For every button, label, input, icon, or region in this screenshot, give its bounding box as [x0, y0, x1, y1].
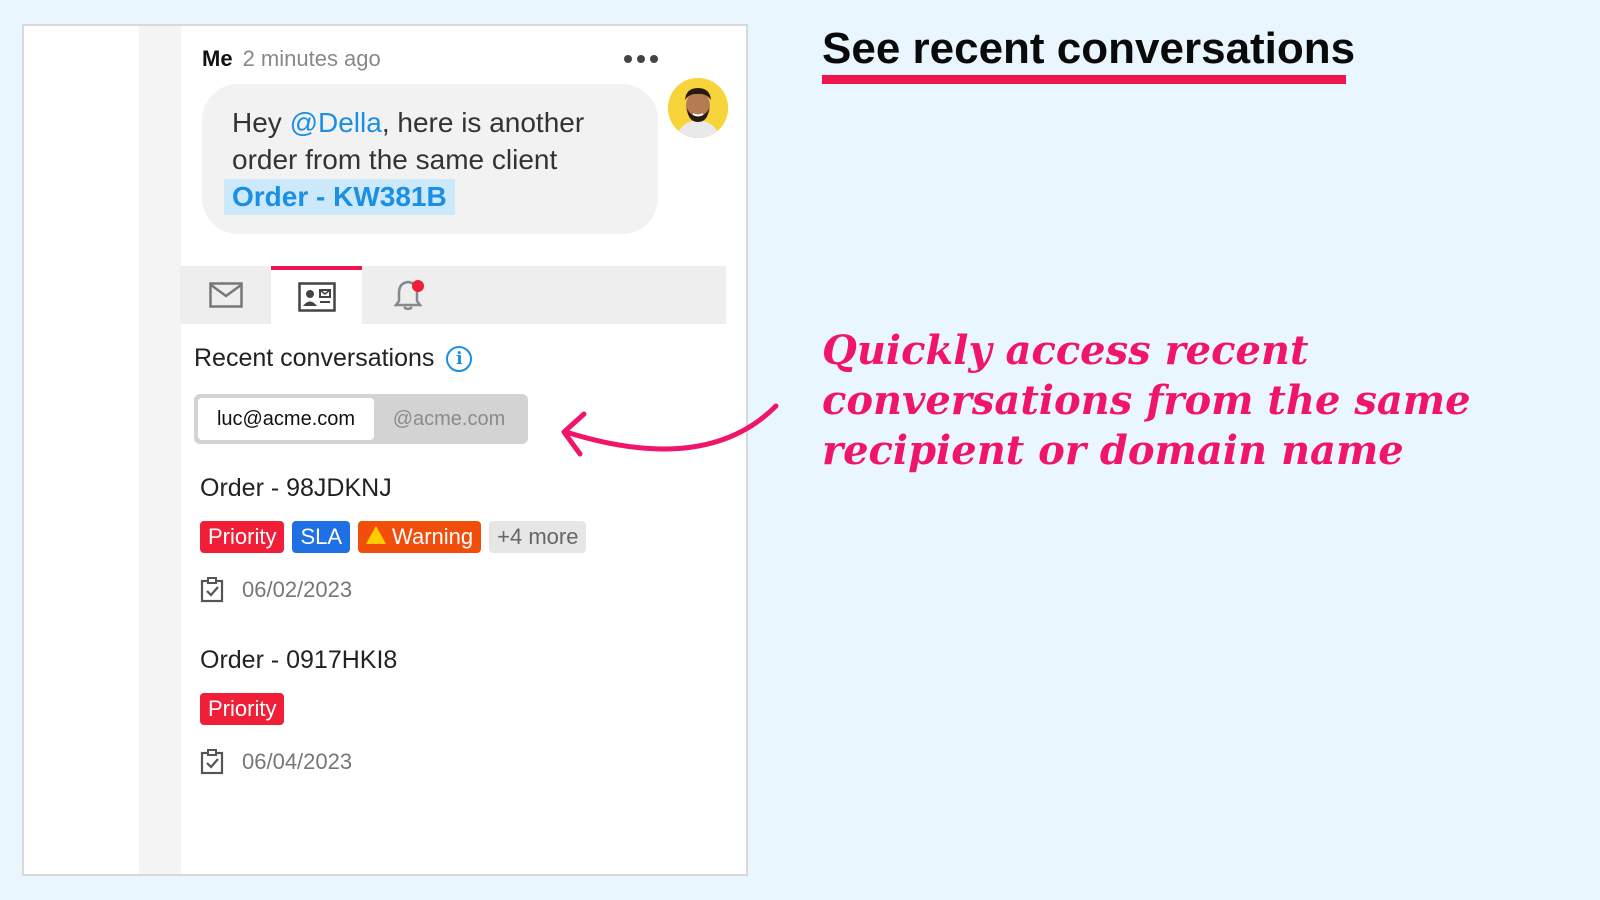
recipient-domain-filter: luc@acme.com @acme.com — [194, 394, 528, 444]
priority-tag[interactable]: Priority — [200, 693, 285, 725]
message-bubble: Hey @Della, here is another order from t… — [202, 84, 658, 234]
recent-conversations-header: Recent conversations i — [194, 344, 473, 373]
message-time: 2 minutes ago — [242, 46, 381, 71]
conversation-date: 06/02/2023 — [200, 577, 586, 603]
mail-icon — [208, 282, 243, 308]
sla-tag[interactable]: SLA — [292, 521, 351, 553]
callout-text: Quickly access recent conversations from… — [822, 327, 1471, 474]
priority-tag[interactable]: Priority — [200, 521, 285, 553]
headline-underline — [822, 75, 1346, 84]
message-header: Me 2 minutes ago — [202, 46, 381, 74]
list-item[interactable]: Order - 98JDKNJ Priority SLA Warning +4 … — [200, 474, 587, 603]
conversation-title[interactable]: Order - 98JDKNJ — [200, 474, 586, 503]
order-link[interactable]: Order - KW381B — [224, 179, 455, 215]
calendar-check-icon — [200, 749, 224, 775]
conversation-title[interactable]: Order - 0917HKI8 — [200, 646, 397, 675]
filter-domain[interactable]: @acme.com — [374, 398, 524, 440]
contact-card-icon — [297, 282, 336, 312]
avatar — [668, 78, 728, 138]
tag-list: Priority — [200, 693, 397, 725]
message-author: Me — [202, 46, 233, 71]
page-title: See recent conversations — [822, 24, 1356, 73]
tag-list: Priority SLA Warning +4 more — [200, 521, 587, 553]
tab-mail[interactable] — [180, 266, 271, 324]
filter-recipient[interactable]: luc@acme.com — [198, 398, 374, 440]
panel-gutter — [139, 26, 181, 874]
arrow-icon — [561, 403, 779, 457]
calendar-check-icon — [200, 577, 224, 603]
notification-dot — [412, 280, 424, 292]
warning-tag[interactable]: Warning — [358, 521, 482, 553]
info-icon[interactable]: i — [446, 345, 473, 372]
more-options-icon[interactable] — [624, 54, 658, 64]
list-item[interactable]: Order - 0917HKI8 Priority 06/04/2023 — [200, 646, 397, 775]
warning-icon — [366, 526, 387, 544]
recent-conversations-title: Recent conversations — [194, 344, 435, 372]
tab-notifications[interactable] — [362, 266, 453, 324]
message-text-before: Hey — [232, 107, 290, 138]
date-text: 06/02/2023 — [242, 577, 353, 602]
tab-bar — [180, 266, 726, 324]
conversation-date: 06/04/2023 — [200, 749, 397, 775]
warning-tag-label: Warning — [392, 524, 474, 549]
tab-contact[interactable] — [271, 266, 362, 324]
mention-link[interactable]: @Della — [290, 107, 382, 138]
more-tags-badge[interactable]: +4 more — [489, 521, 587, 553]
date-text: 06/04/2023 — [242, 749, 353, 774]
